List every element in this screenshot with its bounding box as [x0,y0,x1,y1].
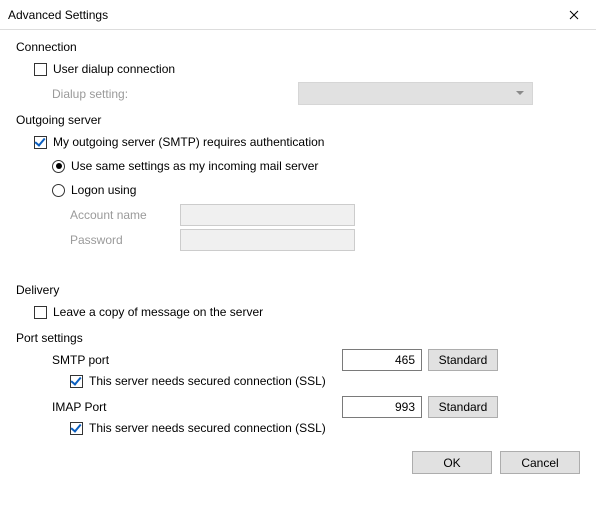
smtp-standard-button[interactable]: Standard [428,349,498,371]
password-input [180,229,355,251]
port-settings-section: Port settings SMTP port Standard This se… [16,331,580,435]
connection-title: Connection [16,40,580,54]
close-button[interactable] [551,0,596,29]
leave-copy-checkbox[interactable] [34,306,47,319]
radio-logon-using[interactable] [52,184,65,197]
imap-ssl-checkbox[interactable] [70,422,83,435]
smtp-ssl-checkbox[interactable] [70,375,83,388]
dialup-checkbox[interactable] [34,63,47,76]
radio-logon-label: Logon using [71,183,136,197]
leave-copy-label: Leave a copy of message on the server [53,305,263,319]
window-title: Advanced Settings [8,8,551,22]
delivery-title: Delivery [16,283,580,297]
port-settings-title: Port settings [16,331,580,345]
password-label: Password [70,233,180,247]
ok-button[interactable]: OK [412,451,492,474]
cancel-button[interactable]: Cancel [500,451,580,474]
dialup-setting-label: Dialup setting: [52,87,128,101]
smtp-auth-label: My outgoing server (SMTP) requires authe… [53,135,324,149]
connection-section: Connection User dialup connection Dialup… [16,40,580,105]
dialog-footer: OK Cancel [0,443,596,486]
smtp-auth-checkbox[interactable] [34,136,47,149]
account-name-input [180,204,355,226]
dialog-content: Connection User dialup connection Dialup… [0,30,596,435]
smtp-port-label: SMTP port [52,353,132,367]
imap-standard-button[interactable]: Standard [428,396,498,418]
dialup-setting-dropdown [298,82,533,105]
imap-ssl-label: This server needs secured connection (SS… [89,421,326,435]
titlebar: Advanced Settings [0,0,596,30]
radio-same-settings[interactable] [52,160,65,173]
smtp-port-input[interactable] [342,349,422,371]
account-name-label: Account name [70,208,180,222]
imap-port-label: IMAP Port [52,400,132,414]
outgoing-section: Outgoing server My outgoing server (SMTP… [16,113,580,251]
radio-same-label: Use same settings as my incoming mail se… [71,159,318,173]
smtp-ssl-label: This server needs secured connection (SS… [89,374,326,388]
outgoing-title: Outgoing server [16,113,580,127]
dialup-label: User dialup connection [53,62,175,76]
imap-port-input[interactable] [342,396,422,418]
delivery-section: Delivery Leave a copy of message on the … [16,283,580,323]
close-icon [569,10,579,20]
